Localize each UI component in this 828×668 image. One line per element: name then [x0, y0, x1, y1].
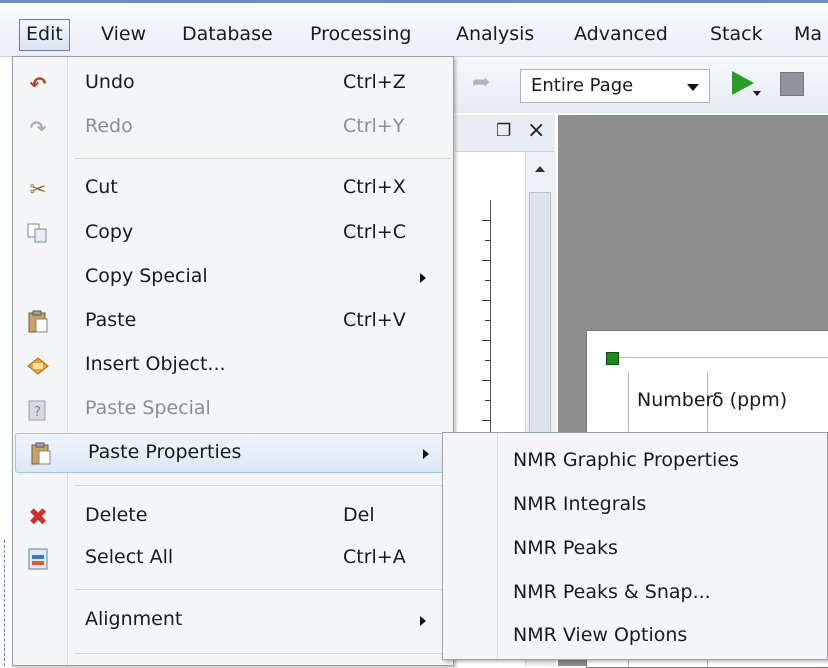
- stop-icon[interactable]: [780, 72, 804, 96]
- undo-icon: ↶: [29, 72, 47, 96]
- menu-advanced[interactable]: Advanced: [574, 20, 668, 48]
- submenu-item-label: NMR Peaks: [513, 537, 618, 559]
- menu-item-shortcut: Ctrl+V: [343, 309, 406, 331]
- restore-window-icon[interactable]: ❐: [496, 121, 511, 141]
- redo-icon: ↷: [29, 116, 47, 140]
- menu-item-undo[interactable]: ↶ Undo Ctrl+Z: [13, 64, 453, 104]
- menu-stack[interactable]: Stack: [710, 20, 763, 48]
- paste-properties-icon: [28, 442, 54, 466]
- play-icon[interactable]: [732, 71, 754, 95]
- menu-item-label: Delete: [85, 504, 148, 526]
- submenu-arrow-icon: [423, 449, 429, 459]
- menu-item-label: Undo: [85, 71, 135, 93]
- menu-item-label: Paste: [85, 309, 137, 331]
- menu-item-alignment[interactable]: Alignment: [13, 601, 453, 641]
- menu-item-label: Insert Object...: [85, 353, 226, 375]
- chevron-down-icon: [687, 84, 699, 91]
- menu-item-shortcut: Ctrl+A: [343, 546, 406, 568]
- menu-edit[interactable]: Edit: [19, 19, 70, 51]
- submenu-item-nmr-peaks[interactable]: NMR Peaks: [443, 529, 827, 571]
- submenu-item-label: NMR View Options: [513, 624, 688, 646]
- menu-item-label: Paste Special: [85, 397, 211, 419]
- paste-special-icon: ?: [25, 398, 51, 422]
- menu-database[interactable]: Database: [182, 20, 273, 48]
- menu-item-label: Paste Properties: [88, 441, 242, 463]
- table-header-number: Number: [637, 389, 714, 411]
- submenu-item-label: NMR Graphic Properties: [513, 449, 739, 471]
- selection-line: [617, 357, 828, 358]
- paste-icon: [25, 310, 51, 334]
- menu-separator: [75, 589, 451, 590]
- zoom-select-value: Entire Page: [531, 75, 634, 96]
- submenu-item-nmr-graphic-properties[interactable]: NMR Graphic Properties: [443, 441, 827, 483]
- menu-bar: Edit View Database Processing Analysis A…: [0, 0, 828, 57]
- copy-icon: [25, 222, 51, 246]
- menu-item-insert-object[interactable]: Insert Object...: [13, 346, 453, 386]
- menu-item-shortcut: Del: [343, 504, 375, 526]
- menu-item-shortcut: Ctrl+Z: [343, 71, 406, 93]
- menu-item-label: Copy: [85, 221, 134, 243]
- delete-icon: ✖: [27, 503, 49, 531]
- menu-item-delete[interactable]: ✖ Delete Del: [13, 497, 453, 537]
- submenu-item-nmr-peaks-snap[interactable]: NMR Peaks & Snap...: [443, 573, 827, 615]
- menu-ma-truncated[interactable]: Ma: [794, 20, 822, 48]
- scissors-icon: ✂: [29, 177, 47, 201]
- paste-properties-submenu: NMR Graphic Properties NMR Integrals NMR…: [442, 432, 828, 660]
- svg-text:?: ?: [34, 405, 41, 420]
- menu-item-paste[interactable]: Paste Ctrl+V: [13, 302, 453, 342]
- menu-item-paste-properties[interactable]: Paste Properties: [15, 433, 451, 473]
- menu-view[interactable]: View: [101, 20, 146, 48]
- scroll-up-icon[interactable]: [535, 166, 545, 172]
- submenu-arrow-icon: [420, 273, 426, 283]
- submenu-arrow-icon: [420, 616, 426, 626]
- menu-item-redo[interactable]: ↷ Redo Ctrl+Y: [13, 108, 453, 148]
- play-dropdown-icon[interactable]: [753, 91, 761, 96]
- selection-handle[interactable]: [606, 352, 619, 365]
- menu-item-label: Copy Special: [85, 265, 208, 287]
- menu-item-shortcut: Ctrl+Y: [343, 115, 405, 137]
- close-icon[interactable]: ×: [527, 118, 545, 143]
- table-header-shift: δ (ppm): [712, 389, 788, 411]
- menu-analysis[interactable]: Analysis: [456, 20, 534, 48]
- menu-item-paste-special[interactable]: ? Paste Special: [13, 390, 453, 430]
- menu-item-label: Alignment: [85, 608, 183, 630]
- toolbar-redo-icon[interactable]: ➦: [472, 70, 496, 95]
- menu-item-copy[interactable]: Copy Ctrl+C: [13, 214, 453, 254]
- menu-separator: [75, 653, 451, 654]
- menu-separator: [75, 485, 451, 486]
- selection-dashed-border: [4, 540, 6, 666]
- menu-item-label: Cut: [85, 176, 118, 198]
- menu-item-shortcut: Ctrl+X: [343, 176, 406, 198]
- menu-processing[interactable]: Processing: [310, 20, 411, 48]
- zoom-select[interactable]: Entire Page: [520, 69, 710, 103]
- submenu-item-nmr-view-options[interactable]: NMR View Options: [443, 616, 827, 658]
- menu-item-label: Select All: [85, 546, 174, 568]
- menu-item-cut[interactable]: ✂ Cut Ctrl+X: [13, 169, 453, 209]
- window-accent-line: [0, 0, 828, 3]
- menu-item-copy-special[interactable]: Copy Special: [13, 258, 453, 298]
- menu-separator: [75, 158, 451, 159]
- insert-object-icon: [25, 354, 51, 378]
- submenu-item-label: NMR Peaks & Snap...: [513, 581, 711, 603]
- menu-item-shortcut: Ctrl+C: [343, 221, 406, 243]
- edit-menu: ↶ Undo Ctrl+Z ↷ Redo Ctrl+Y ✂ Cut Ctrl+X…: [12, 56, 454, 666]
- submenu-item-label: NMR Integrals: [513, 493, 647, 515]
- select-all-icon: [25, 547, 51, 571]
- submenu-item-nmr-integrals[interactable]: NMR Integrals: [443, 485, 827, 527]
- menu-item-select-all[interactable]: Select All Ctrl+A: [13, 539, 453, 579]
- menu-item-label: Redo: [85, 115, 133, 137]
